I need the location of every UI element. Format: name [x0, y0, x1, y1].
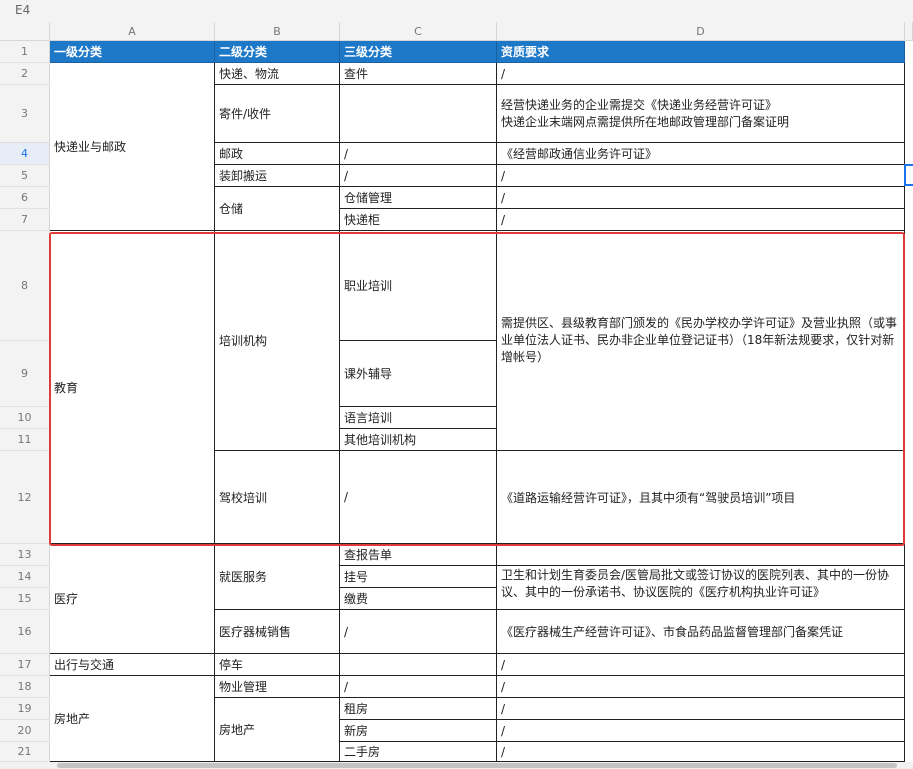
- cell-c10[interactable]: 语言培训: [340, 407, 497, 429]
- cell-c5[interactable]: /: [340, 165, 497, 187]
- selected-cell-e4[interactable]: [904, 164, 913, 186]
- cell-b-medical-service[interactable]: 就医服务: [215, 544, 340, 610]
- cell-d5[interactable]: /: [497, 165, 905, 187]
- cell-c8[interactable]: 职业培训: [340, 231, 497, 341]
- cell-c6[interactable]: 仓储管理: [340, 187, 497, 209]
- cell-c15[interactable]: 缴费: [340, 588, 497, 610]
- row-header-2[interactable]: 2: [0, 63, 50, 85]
- cell-c17[interactable]: [340, 654, 497, 676]
- cell-b5[interactable]: 装卸搬运: [215, 165, 340, 187]
- row-header-8[interactable]: 8: [0, 231, 50, 341]
- row-header-15[interactable]: 15: [0, 588, 50, 610]
- cell-d6[interactable]: /: [497, 187, 905, 209]
- scrollbar-thumb[interactable]: [57, 763, 897, 768]
- row-header-19[interactable]: 19: [0, 698, 50, 720]
- row-header-9[interactable]: 9: [0, 341, 50, 407]
- cell-c11[interactable]: 其他培训机构: [340, 429, 497, 451]
- row-header-6[interactable]: 6: [0, 187, 50, 209]
- cell-d21[interactable]: /: [497, 742, 905, 762]
- row-header-16[interactable]: 16: [0, 610, 50, 654]
- column-header-e[interactable]: [905, 22, 913, 41]
- row-header-5[interactable]: 5: [0, 165, 50, 187]
- cell-d12[interactable]: 《道路运输经营许可证》，且其中须有“驾驶员培训”项目: [497, 451, 905, 544]
- cell-d-training[interactable]: 需提供区、县级教育部门颁发的《民办学校办学许可证》及营业执照（或事业单位法人证书…: [497, 231, 905, 451]
- cell-d19[interactable]: /: [497, 698, 905, 720]
- header-cell-level3[interactable]: 三级分类: [340, 41, 497, 63]
- cell-d18[interactable]: /: [497, 676, 905, 698]
- column-header-b[interactable]: B: [215, 22, 340, 41]
- cell-c4[interactable]: /: [340, 143, 497, 165]
- cell-c9[interactable]: 课外辅导: [340, 341, 497, 407]
- cell-d13[interactable]: [497, 544, 905, 566]
- cell-c16[interactable]: /: [340, 610, 497, 654]
- cell-b-training[interactable]: 培训机构: [215, 231, 340, 451]
- cell-c19[interactable]: 租房: [340, 698, 497, 720]
- row-header-7[interactable]: 7: [0, 209, 50, 231]
- header-cell-requirement[interactable]: 资质要求: [497, 41, 905, 63]
- cell-b12[interactable]: 驾校培训: [215, 451, 340, 544]
- cell-c3[interactable]: [340, 85, 497, 143]
- horizontal-scrollbar[interactable]: [0, 762, 913, 769]
- cell-a-travel[interactable]: 出行与交通: [50, 654, 215, 676]
- cell-a-express-postal[interactable]: 快递业与邮政: [50, 63, 215, 231]
- cell-a-education[interactable]: 教育: [50, 231, 215, 544]
- cell-c18[interactable]: /: [340, 676, 497, 698]
- header-cell-level2[interactable]: 二级分类: [215, 41, 340, 63]
- cell-c12[interactable]: /: [340, 451, 497, 544]
- row-header-21[interactable]: 21: [0, 742, 50, 762]
- column-header-a[interactable]: A: [50, 22, 215, 41]
- cell-b18[interactable]: 物业管理: [215, 676, 340, 698]
- cell-d2[interactable]: /: [497, 63, 905, 85]
- cell-a-real-estate[interactable]: 房地产: [50, 676, 215, 762]
- column-header-c[interactable]: C: [340, 22, 497, 41]
- cell-d3[interactable]: 经营快递业务的企业需提交《快递业务经营许可证》 快递企业末端网点需提供所在地邮政…: [497, 85, 905, 143]
- select-all-corner[interactable]: [0, 22, 50, 41]
- cell-d20[interactable]: /: [497, 720, 905, 742]
- cell-d17[interactable]: /: [497, 654, 905, 676]
- cell-b16[interactable]: 医疗器械销售: [215, 610, 340, 654]
- cell-d7[interactable]: /: [497, 209, 905, 231]
- row-header-3[interactable]: 3: [0, 85, 50, 143]
- row-header-14[interactable]: 14: [0, 566, 50, 588]
- spreadsheet-grid: A B C D 1 2 3 4 5 6 7 8 9 10 11 12 13 14…: [0, 22, 913, 762]
- row-header-20[interactable]: 20: [0, 720, 50, 742]
- cell-a-medical[interactable]: 医疗: [50, 544, 215, 654]
- cell-c14[interactable]: 挂号: [340, 566, 497, 588]
- cell-b-real-estate[interactable]: 房地产: [215, 698, 340, 762]
- column-header-d[interactable]: D: [497, 22, 905, 41]
- cell-b3[interactable]: 寄件/收件: [215, 85, 340, 143]
- cell-b4[interactable]: 邮政: [215, 143, 340, 165]
- cell-c2[interactable]: 查件: [340, 63, 497, 85]
- row-header-13[interactable]: 13: [0, 544, 50, 566]
- row-header-10[interactable]: 10: [0, 407, 50, 429]
- cell-c7[interactable]: 快递柜: [340, 209, 497, 231]
- row-header-17[interactable]: 17: [0, 654, 50, 676]
- cell-c20[interactable]: 新房: [340, 720, 497, 742]
- cell-c21[interactable]: 二手房: [340, 742, 497, 762]
- cell-c13[interactable]: 查报告单: [340, 544, 497, 566]
- cell-b-storage[interactable]: 仓储: [215, 187, 340, 231]
- row-header-12[interactable]: 12: [0, 451, 50, 544]
- row-header-1[interactable]: 1: [0, 41, 50, 63]
- cell-d-medical[interactable]: 卫生和计划生育委员会/医管局批文或签订协议的医院列表、其中的一份协议、其中的一份…: [497, 566, 905, 610]
- row-header-4[interactable]: 4: [0, 143, 50, 165]
- cell-d16[interactable]: 《医疗器械生产经营许可证》、市食品药品监督管理部门备案凭证: [497, 610, 905, 654]
- cell-b17[interactable]: 停车: [215, 654, 340, 676]
- row-header-18[interactable]: 18: [0, 676, 50, 698]
- name-box-value: E4: [15, 3, 31, 17]
- name-box[interactable]: E4: [0, 0, 913, 23]
- header-cell-level1[interactable]: 一级分类: [50, 41, 215, 63]
- cell-b2[interactable]: 快递、物流: [215, 63, 340, 85]
- row-header-11[interactable]: 11: [0, 429, 50, 451]
- cell-d4[interactable]: 《经营邮政通信业务许可证》: [497, 143, 905, 165]
